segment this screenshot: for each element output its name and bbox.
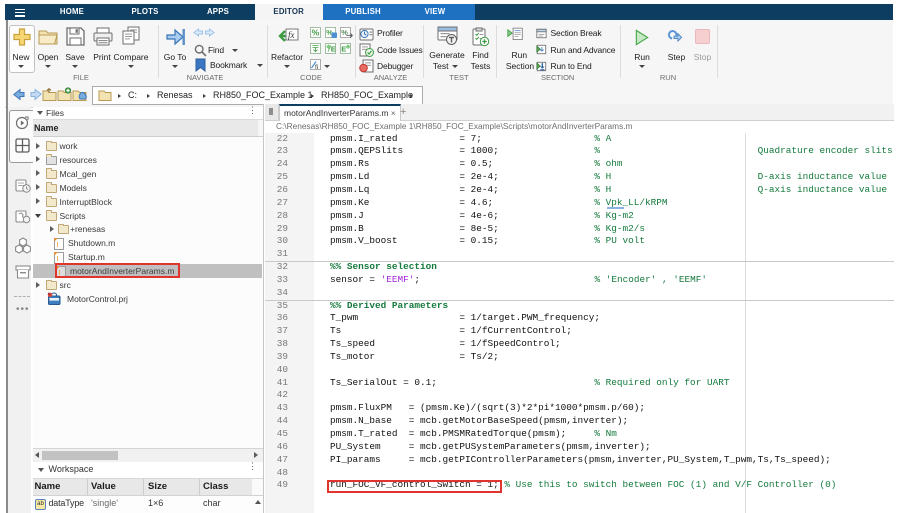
svg-text:fx: fx xyxy=(288,30,295,40)
svg-text:fi: fi xyxy=(315,64,318,71)
svg-text:E: E xyxy=(331,45,336,54)
svg-text:E: E xyxy=(341,45,346,54)
svg-text:%: % xyxy=(312,28,320,38)
